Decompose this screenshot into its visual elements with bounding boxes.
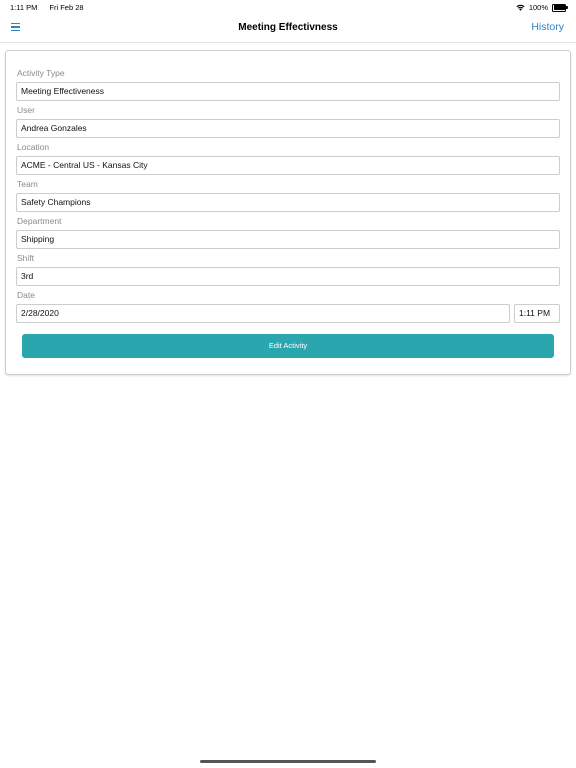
- battery-percent: 100%: [528, 3, 548, 12]
- team-label: Team: [17, 179, 38, 189]
- battery-fill: [553, 5, 565, 10]
- date-label: Date: [17, 290, 35, 300]
- edit-activity-button[interactable]: Edit Activity: [22, 334, 554, 358]
- battery-icon: [552, 3, 568, 12]
- activity-card: Activity Type Meeting Effectiveness User…: [5, 50, 571, 375]
- status-left: 1:11 PM Fri Feb 28: [10, 3, 84, 12]
- department-label: Department: [17, 216, 62, 226]
- history-button[interactable]: History: [531, 21, 564, 33]
- department-input[interactable]: Shipping: [16, 230, 560, 249]
- shift-label: Shift: [17, 253, 35, 263]
- location-label: Location: [17, 142, 50, 152]
- wifi-icon: [516, 4, 525, 11]
- status-bar: 1:11 PM Fri Feb 28 100%: [0, 0, 576, 14]
- page-title: Meeting Effectivness: [238, 22, 338, 33]
- shift-input[interactable]: 3rd: [16, 267, 560, 286]
- location-input[interactable]: ACME - Central US - Kansas City: [16, 156, 560, 175]
- home-indicator: [200, 760, 376, 763]
- date-input[interactable]: 2/28/2020: [16, 304, 510, 323]
- team-input[interactable]: Safety Champions: [16, 193, 560, 212]
- time-input[interactable]: 1:11 PM: [514, 304, 560, 323]
- activity-type-input[interactable]: Meeting Effectiveness: [16, 82, 560, 101]
- nav-bar: Meeting Effectivness History: [0, 14, 576, 43]
- user-input[interactable]: Andrea Gonzales: [16, 119, 560, 138]
- status-right: 100%: [516, 3, 568, 12]
- activity-type-label: Activity Type: [17, 68, 65, 78]
- status-time: 1:11 PM: [10, 3, 38, 12]
- status-date: Fri Feb 28: [49, 3, 84, 12]
- user-label: User: [17, 105, 35, 115]
